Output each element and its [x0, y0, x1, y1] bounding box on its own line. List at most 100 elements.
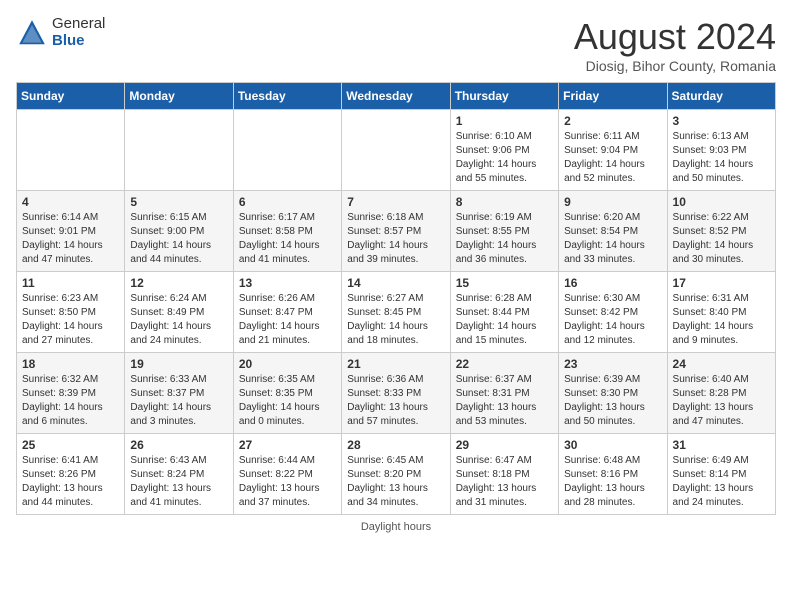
day-number: 18: [22, 357, 119, 371]
day-number: 27: [239, 438, 336, 452]
day-number: 30: [564, 438, 661, 452]
day-number: 9: [564, 195, 661, 209]
day-number: 21: [347, 357, 444, 371]
day-number: 20: [239, 357, 336, 371]
logo-blue-text: Blue: [52, 33, 105, 50]
day-number: 4: [22, 195, 119, 209]
calendar-col-monday: Monday: [125, 83, 233, 110]
calendar-cell: 30 Sunrise: 6:48 AM Sunset: 8:16 PM Dayli…: [559, 434, 667, 515]
day-info: Sunrise: 6:33 AM Sunset: 8:37 PM Dayligh…: [130, 373, 227, 429]
day-number: 22: [456, 357, 553, 371]
calendar-cell: 31 Sunrise: 6:49 AM Sunset: 8:14 PM Dayli…: [667, 434, 775, 515]
calendar-cell: 20 Sunrise: 6:35 AM Sunset: 8:35 PM Dayli…: [233, 353, 341, 434]
calendar-col-saturday: Saturday: [667, 83, 775, 110]
day-info: Sunrise: 6:18 AM Sunset: 8:57 PM Dayligh…: [347, 211, 444, 267]
calendar-col-wednesday: Wednesday: [342, 83, 450, 110]
day-number: 8: [456, 195, 553, 209]
calendar-cell: [125, 110, 233, 191]
day-info: Sunrise: 6:49 AM Sunset: 8:14 PM Dayligh…: [673, 454, 770, 510]
day-info: Sunrise: 6:47 AM Sunset: 8:18 PM Dayligh…: [456, 454, 553, 510]
calendar-cell: 27 Sunrise: 6:44 AM Sunset: 8:22 PM Dayli…: [233, 434, 341, 515]
calendar-cell: 23 Sunrise: 6:39 AM Sunset: 8:30 PM Dayli…: [559, 353, 667, 434]
day-number: 2: [564, 114, 661, 128]
calendar-week-row: 11 Sunrise: 6:23 AM Sunset: 8:50 PM Dayli…: [17, 272, 776, 353]
day-number: 5: [130, 195, 227, 209]
calendar-cell: 24Sunrise: 6:40 AM Sunset: 8:28 PM Dayli…: [667, 353, 775, 434]
day-info: Sunrise: 6:45 AM Sunset: 8:20 PM Dayligh…: [347, 454, 444, 510]
day-info: Sunrise: 6:41 AM Sunset: 8:26 PM Dayligh…: [22, 454, 119, 510]
calendar-cell: 26 Sunrise: 6:43 AM Sunset: 8:24 PM Dayli…: [125, 434, 233, 515]
calendar-col-tuesday: Tuesday: [233, 83, 341, 110]
logo: General Blue: [16, 16, 105, 49]
calendar-cell: 19 Sunrise: 6:33 AM Sunset: 8:37 PM Dayli…: [125, 353, 233, 434]
day-info: Sunrise: 6:24 AM Sunset: 8:49 PM Dayligh…: [130, 292, 227, 348]
day-number: 25: [22, 438, 119, 452]
day-number: 15: [456, 276, 553, 290]
day-info: Sunrise: 6:17 AM Sunset: 8:58 PM Dayligh…: [239, 211, 336, 267]
day-number: 19: [130, 357, 227, 371]
calendar-cell: 13 Sunrise: 6:26 AM Sunset: 8:47 PM Dayli…: [233, 272, 341, 353]
calendar-week-row: 25 Sunrise: 6:41 AM Sunset: 8:26 PM Dayli…: [17, 434, 776, 515]
day-number: 26: [130, 438, 227, 452]
day-number: 10: [673, 195, 770, 209]
calendar-cell: 16 Sunrise: 6:30 AM Sunset: 8:42 PM Dayli…: [559, 272, 667, 353]
calendar-cell: 3 Sunrise: 6:13 AM Sunset: 9:03 PM Daylig…: [667, 110, 775, 191]
day-number: 13: [239, 276, 336, 290]
day-number: 11: [22, 276, 119, 290]
day-info: Sunrise: 6:26 AM Sunset: 8:47 PM Dayligh…: [239, 292, 336, 348]
day-info: Sunrise: 6:15 AM Sunset: 9:00 PM Dayligh…: [130, 211, 227, 267]
calendar-col-sunday: Sunday: [17, 83, 125, 110]
calendar-cell: 21 Sunrise: 6:36 AM Sunset: 8:33 PM Dayli…: [342, 353, 450, 434]
day-info: Sunrise: 6:30 AM Sunset: 8:42 PM Dayligh…: [564, 292, 661, 348]
day-info: Sunrise: 6:37 AM Sunset: 8:31 PM Dayligh…: [456, 373, 553, 429]
calendar-cell: 2 Sunrise: 6:11 AM Sunset: 9:04 PM Daylig…: [559, 110, 667, 191]
day-info: Sunrise: 6:11 AM Sunset: 9:04 PM Dayligh…: [564, 130, 661, 186]
calendar-cell: 22 Sunrise: 6:37 AM Sunset: 8:31 PM Dayli…: [450, 353, 558, 434]
day-info: Sunrise: 6:27 AM Sunset: 8:45 PM Dayligh…: [347, 292, 444, 348]
calendar-cell: 9 Sunrise: 6:20 AM Sunset: 8:54 PM Daylig…: [559, 191, 667, 272]
day-info: Sunrise: 6:22 AM Sunset: 8:52 PM Dayligh…: [673, 211, 770, 267]
footer-note: Daylight hours: [16, 521, 776, 533]
calendar-cell: [17, 110, 125, 191]
calendar-header-row: SundayMondayTuesdayWednesdayThursdayFrid…: [17, 83, 776, 110]
header: General Blue August 2024 Diosig, Bihor C…: [16, 16, 776, 74]
calendar-cell: [233, 110, 341, 191]
calendar-col-friday: Friday: [559, 83, 667, 110]
calendar-cell: 8 Sunrise: 6:19 AM Sunset: 8:55 PM Daylig…: [450, 191, 558, 272]
day-info: Sunrise: 6:32 AM Sunset: 8:39 PM Dayligh…: [22, 373, 119, 429]
calendar-cell: 29 Sunrise: 6:47 AM Sunset: 8:18 PM Dayli…: [450, 434, 558, 515]
day-info: Sunrise: 6:36 AM Sunset: 8:33 PM Dayligh…: [347, 373, 444, 429]
day-number: 12: [130, 276, 227, 290]
calendar-cell: 28 Sunrise: 6:45 AM Sunset: 8:20 PM Dayli…: [342, 434, 450, 515]
day-info: Sunrise: 6:40 AM Sunset: 8:28 PM Dayligh…: [673, 373, 770, 429]
day-number: 1: [456, 114, 553, 128]
day-info: Sunrise: 6:35 AM Sunset: 8:35 PM Dayligh…: [239, 373, 336, 429]
calendar-week-row: 4 Sunrise: 6:14 AM Sunset: 9:01 PM Daylig…: [17, 191, 776, 272]
logo-icon: [16, 17, 48, 49]
calendar-cell: 6Sunrise: 6:17 AM Sunset: 8:58 PM Daylig…: [233, 191, 341, 272]
day-number: 16: [564, 276, 661, 290]
month-title: August 2024: [574, 16, 776, 58]
logo-text: General Blue: [52, 16, 105, 49]
calendar-week-row: 18 Sunrise: 6:32 AM Sunset: 8:39 PM Dayli…: [17, 353, 776, 434]
subtitle: Diosig, Bihor County, Romania: [574, 58, 776, 74]
day-info: Sunrise: 6:20 AM Sunset: 8:54 PM Dayligh…: [564, 211, 661, 267]
day-info: Sunrise: 6:48 AM Sunset: 8:16 PM Dayligh…: [564, 454, 661, 510]
day-info: Sunrise: 6:39 AM Sunset: 8:30 PM Dayligh…: [564, 373, 661, 429]
day-info: Sunrise: 6:23 AM Sunset: 8:50 PM Dayligh…: [22, 292, 119, 348]
day-info: Sunrise: 6:14 AM Sunset: 9:01 PM Dayligh…: [22, 211, 119, 267]
day-number: 29: [456, 438, 553, 452]
calendar-col-thursday: Thursday: [450, 83, 558, 110]
day-number: 31: [673, 438, 770, 452]
day-info: Sunrise: 6:43 AM Sunset: 8:24 PM Dayligh…: [130, 454, 227, 510]
day-number: 23: [564, 357, 661, 371]
day-info: Sunrise: 6:44 AM Sunset: 8:22 PM Dayligh…: [239, 454, 336, 510]
day-info: Sunrise: 6:19 AM Sunset: 8:55 PM Dayligh…: [456, 211, 553, 267]
calendar-week-row: 1Sunrise: 6:10 AM Sunset: 9:06 PM Daylig…: [17, 110, 776, 191]
calendar-cell: 17Sunrise: 6:31 AM Sunset: 8:40 PM Dayli…: [667, 272, 775, 353]
day-number: 28: [347, 438, 444, 452]
day-info: Sunrise: 6:13 AM Sunset: 9:03 PM Dayligh…: [673, 130, 770, 186]
calendar-cell: 11 Sunrise: 6:23 AM Sunset: 8:50 PM Dayli…: [17, 272, 125, 353]
calendar-cell: 7Sunrise: 6:18 AM Sunset: 8:57 PM Daylig…: [342, 191, 450, 272]
day-number: 3: [673, 114, 770, 128]
